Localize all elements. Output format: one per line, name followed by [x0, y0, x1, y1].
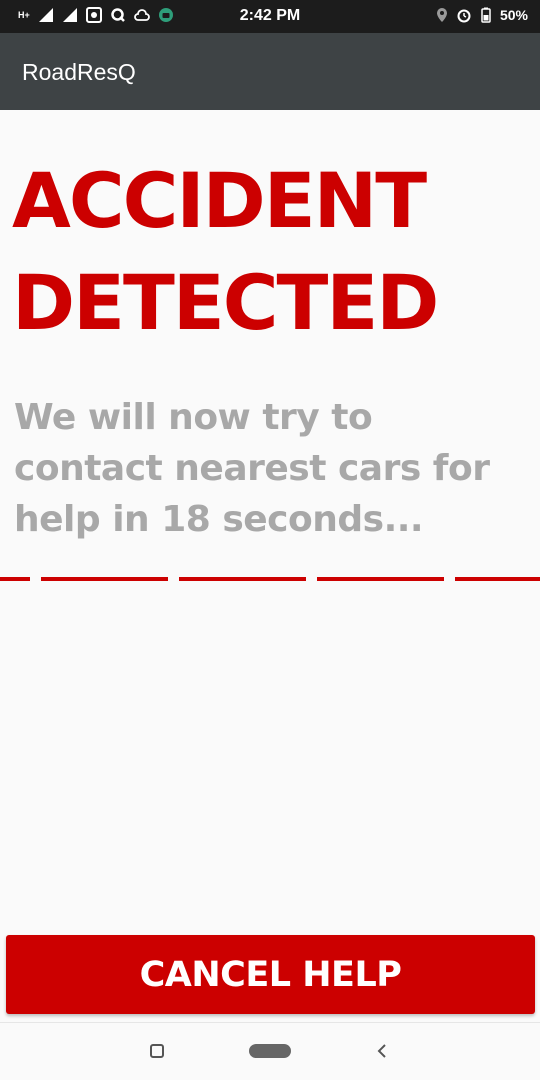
home-icon[interactable]: [249, 1044, 291, 1058]
message-line-1: We will now try to: [14, 397, 373, 438]
status-icons-right: 50%: [434, 7, 528, 23]
headline-line-1: ACCIDENT: [12, 156, 427, 245]
countdown-message: We will now try to contact nearest cars …: [14, 392, 534, 545]
countdown-segment: [179, 577, 306, 581]
countdown-progress: [0, 577, 540, 581]
cancel-help-button[interactable]: CANCEL HELP: [6, 935, 535, 1014]
headline-line-2: DETECTED: [12, 258, 439, 347]
app-bar: RoadResQ: [0, 33, 540, 110]
app-title: RoadResQ: [22, 59, 136, 85]
navigation-bar: [0, 1022, 540, 1080]
message-line-3: help in 18 seconds...: [14, 499, 424, 540]
back-icon[interactable]: [374, 1041, 390, 1061]
alarm-icon: [457, 9, 471, 23]
location-icon: [436, 8, 447, 22]
accident-headline: ACCIDENT DETECTED: [12, 150, 540, 354]
battery-percent: 50%: [499, 7, 528, 23]
status-bar: H+ 2:42 PM 50%: [0, 0, 540, 33]
countdown-segment: [41, 577, 168, 581]
countdown-segment: [455, 577, 540, 581]
message-line-2: contact nearest cars for: [14, 448, 490, 489]
countdown-segment: [0, 577, 30, 581]
battery-icon: [481, 7, 491, 23]
countdown-segment: [317, 577, 444, 581]
recents-icon[interactable]: [150, 1044, 164, 1058]
